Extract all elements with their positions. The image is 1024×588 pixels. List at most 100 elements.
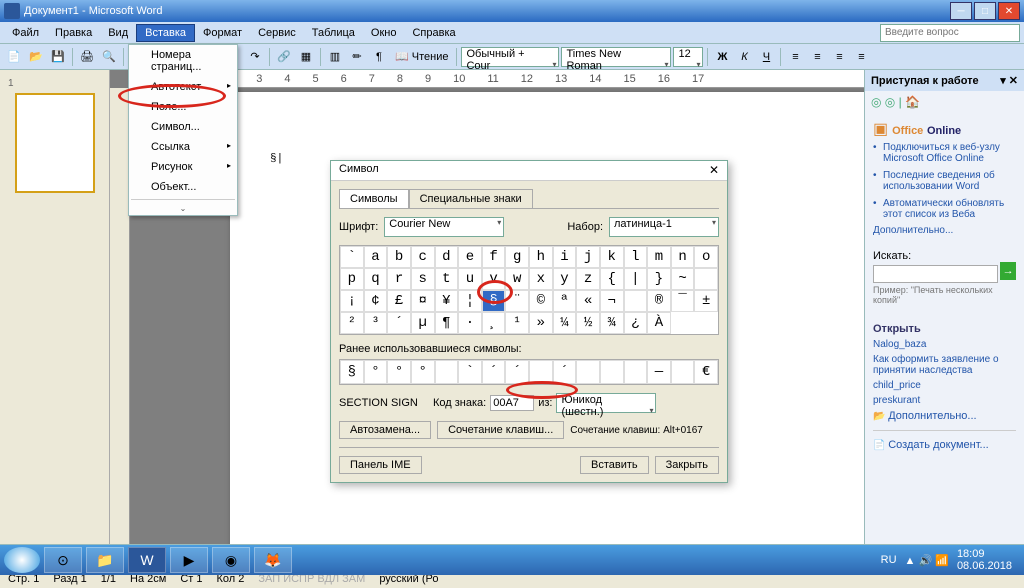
symbol-cell[interactable]: c [411,246,435,268]
shortcut-button[interactable]: Сочетание клавиш... [437,421,564,439]
expand-menu-icon[interactable]: ⌄ [129,202,237,215]
page-thumbnail[interactable] [15,93,95,193]
symbol-cell[interactable]: t [435,268,459,290]
symbol-cell[interactable]: ® [647,290,671,312]
tray-lang[interactable]: RU [881,554,897,566]
menu-Справка[interactable]: Справка [404,25,463,41]
font-select[interactable]: Courier New [384,217,504,237]
symbol-cell[interactable]: d [435,246,459,268]
recent-symbol[interactable] [529,360,553,384]
redo-icon[interactable]: ↷ [245,47,265,67]
symbol-cell[interactable]: ¿ [624,312,648,334]
align-center-icon[interactable]: ≡ [807,47,827,67]
symbol-cell[interactable]: » [529,312,553,334]
read-mode-button[interactable]: 📖 Чтение [391,50,452,63]
ime-button[interactable]: Панель IME [339,456,422,474]
symbol-cell[interactable]: | [624,268,648,290]
menuitem-3[interactable]: Символ... [129,117,237,137]
menu-Сервис[interactable]: Сервис [250,25,304,41]
maximize-button[interactable]: □ [974,2,996,20]
symbol-cell[interactable]: · [458,312,482,334]
menuitem-1[interactable]: Автотекст [129,77,237,97]
recent-symbol[interactable]: € [694,360,718,384]
set-select[interactable]: латиница-1 [609,217,719,237]
symbol-cell[interactable]: ¼ [553,312,577,334]
menu-Файл[interactable]: Файл [4,25,47,41]
taskbar-cortana[interactable]: ⊙ [44,547,82,573]
recent-symbol[interactable]: ° [364,360,388,384]
recent-symbol[interactable]: § [340,360,364,384]
symbol-cell[interactable]: x [529,268,553,290]
underline-icon[interactable]: Ч [756,47,776,67]
symbol-cell[interactable]: ¥ [435,290,459,312]
menuitem-4[interactable]: Ссылка [129,137,237,157]
symbol-cell[interactable]: ~ [671,268,695,290]
taskpane-link[interactable]: Автоматически обновлять этот список из В… [873,195,1016,223]
code-input[interactable] [490,395,534,411]
columns-icon[interactable]: ▥ [325,47,345,67]
taskbar-firefox[interactable]: 🦊 [254,547,292,573]
symbol-cell[interactable]: s [411,268,435,290]
symbol-cell[interactable]: i [553,246,577,268]
symbol-cell[interactable]: ³ [364,312,388,334]
italic-icon[interactable]: К [734,47,754,67]
symbol-cell[interactable]: ¡ [340,290,364,312]
symbol-cell[interactable]: £ [387,290,411,312]
symbol-cell[interactable]: e [458,246,482,268]
symbol-cell[interactable]: w [505,268,529,290]
symbol-cell[interactable]: g [505,246,529,268]
menu-Таблица[interactable]: Таблица [304,25,363,41]
tab-symbols[interactable]: Символы [339,189,409,208]
print-icon[interactable]: 🖨 [77,47,97,67]
recent-symbol[interactable] [671,360,695,384]
symbol-cell[interactable]: a [364,246,388,268]
taskpane-link[interactable]: Последние сведения об использовании Word [873,167,1016,195]
link-icon[interactable]: 🔗 [274,47,294,67]
symbol-cell[interactable]: ª [553,290,577,312]
recent-file-link[interactable]: child_price [873,378,1016,393]
symbol-cell[interactable]: r [387,268,411,290]
taskbar-explorer[interactable]: 📁 [86,547,124,573]
symbol-cell[interactable]: ­ [624,290,648,312]
recent-symbol[interactable]: ´ [482,360,506,384]
menuitem-5[interactable]: Рисунок [129,157,237,177]
recent-symbol[interactable]: ° [411,360,435,384]
bold-icon[interactable]: Ж [712,47,732,67]
close-button[interactable]: ✕ [998,2,1020,20]
recent-symbol[interactable] [435,360,459,384]
minimize-button[interactable]: ─ [950,2,972,20]
tray-time[interactable]: 18:09 [957,548,985,560]
symbol-cell[interactable]: ¹ [505,312,529,334]
more-link[interactable]: Дополнительно... [873,223,1016,238]
symbol-cell[interactable]: ¯ [671,290,695,312]
symbol-grid[interactable]: `abcdefghijklmnopqrstuvwxyz{|}~ ¡¢£¤¥¦§¨… [339,245,719,335]
recent-file-link[interactable]: Nalog_baza [873,337,1016,352]
symbol-cell[interactable]: u [458,268,482,290]
insert-button[interactable]: Вставить [580,456,649,474]
start-button[interactable] [4,547,40,573]
menu-Формат[interactable]: Формат [195,25,250,41]
symbol-cell[interactable]: f [482,246,506,268]
menu-Вид[interactable]: Вид [100,25,136,41]
recent-file-link[interactable]: preskurant [873,393,1016,408]
symbol-cell[interactable]: z [576,268,600,290]
para-icon[interactable]: ¶ [369,47,389,67]
search-input[interactable] [873,265,998,283]
taskbar-word[interactable]: W [128,547,166,573]
save-icon[interactable]: 💾 [48,47,68,67]
symbol-cell[interactable]: j [576,246,600,268]
search-go-button[interactable]: → [1000,262,1016,280]
symbol-cell[interactable]: ¢ [364,290,388,312]
new-icon[interactable]: 📄 [4,47,24,67]
justify-icon[interactable]: ≡ [851,47,871,67]
symbol-cell[interactable]: ¤ [411,290,435,312]
more-files-link[interactable]: 📂 Дополнительно... [873,408,1016,424]
recent-symbol[interactable]: ° [387,360,411,384]
symbol-cell[interactable]: o [694,246,718,268]
menuitem-6[interactable]: Объект... [129,177,237,197]
symbol-cell[interactable]: µ [411,312,435,334]
symbol-cell[interactable]: ± [694,290,718,312]
symbol-cell[interactable]: l [624,246,648,268]
vertical-ruler[interactable] [110,88,130,544]
font-combo[interactable]: Times New Roman [561,47,671,67]
